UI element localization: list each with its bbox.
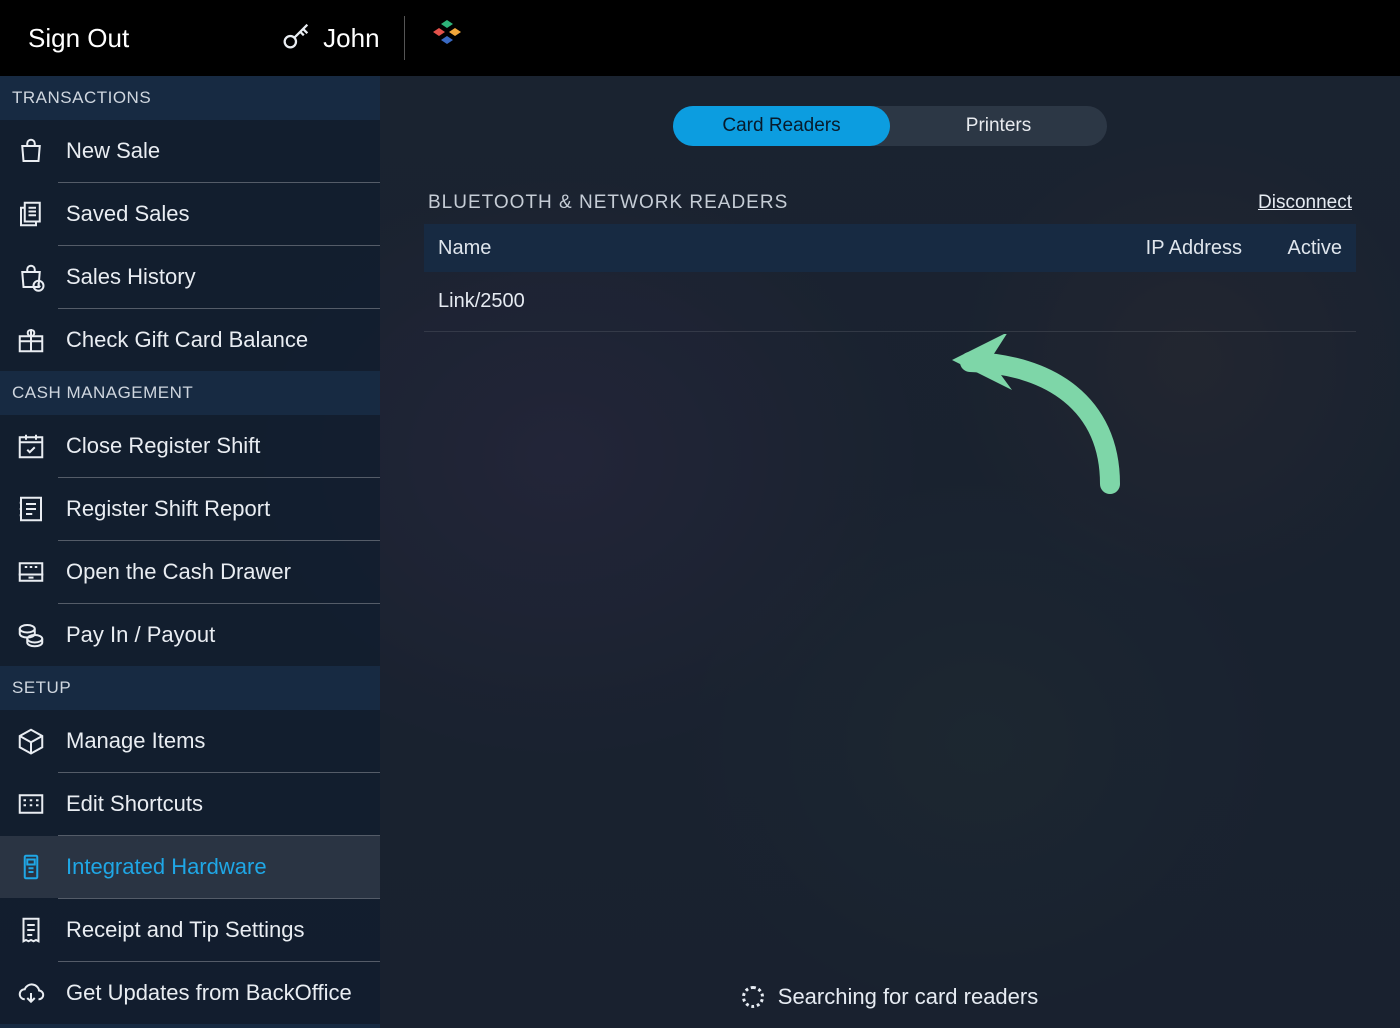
user-block: John bbox=[279, 19, 379, 58]
keypad-icon bbox=[14, 787, 48, 821]
status-text: Searching for card readers bbox=[778, 984, 1038, 1010]
sidebar-item-label: Get Updates from BackOffice bbox=[66, 980, 372, 1006]
sidebar-item-label: Saved Sales bbox=[66, 201, 372, 227]
sidebar-item-close-shift[interactable]: Close Register Shift bbox=[0, 415, 380, 477]
sidebar-item-receipt-tip[interactable]: Receipt and Tip Settings bbox=[0, 899, 380, 961]
bag-icon bbox=[14, 134, 48, 168]
sidebar-item-sales-history[interactable]: Sales History bbox=[0, 246, 380, 308]
sidebar-item-label: Receipt and Tip Settings bbox=[66, 917, 372, 943]
app-header: Sign Out John bbox=[0, 0, 1400, 76]
card-reader-icon bbox=[14, 850, 48, 884]
receipt-icon bbox=[14, 913, 48, 947]
cash-drawer-icon bbox=[14, 555, 48, 589]
sidebar-item-label: Check Gift Card Balance bbox=[66, 327, 372, 353]
tab-bar: Card Readers Printers bbox=[380, 106, 1400, 146]
sidebar-item-label: Sales History bbox=[66, 264, 372, 290]
sidebar-group-support: SUPPORT bbox=[0, 1024, 380, 1028]
sidebar-item-label: Register Shift Report bbox=[66, 496, 372, 522]
bag-clock-icon bbox=[14, 260, 48, 294]
sidebar: TRANSACTIONS New Sale Saved Sales Sales … bbox=[0, 76, 380, 1028]
sidebar-item-saved-sales[interactable]: Saved Sales bbox=[0, 183, 380, 245]
col-active: Active bbox=[1262, 237, 1342, 260]
calendar-check-icon bbox=[14, 429, 48, 463]
header-divider bbox=[404, 16, 405, 60]
sidebar-group-setup: SETUP bbox=[0, 666, 380, 710]
box-icon bbox=[14, 724, 48, 758]
tab-printers[interactable]: Printers bbox=[890, 106, 1107, 146]
sidebar-item-new-sale[interactable]: New Sale bbox=[0, 120, 380, 182]
table-header: Name IP Address Active bbox=[424, 224, 1356, 272]
sidebar-item-label: Close Register Shift bbox=[66, 433, 372, 459]
reader-name: Link/2500 bbox=[438, 290, 1102, 313]
sidebar-item-label: Manage Items bbox=[66, 728, 372, 754]
sidebar-item-label: Pay In / Payout bbox=[66, 622, 372, 648]
stacked-docs-icon bbox=[14, 197, 48, 231]
username-label: John bbox=[323, 23, 379, 54]
sidebar-item-label: Open the Cash Drawer bbox=[66, 559, 372, 585]
sidebar-group-cash: CASH MANAGEMENT bbox=[0, 371, 380, 415]
sidebar-item-open-drawer[interactable]: Open the Cash Drawer bbox=[0, 541, 380, 603]
report-icon bbox=[14, 492, 48, 526]
sign-out-link[interactable]: Sign Out bbox=[28, 23, 129, 54]
spinner-icon bbox=[742, 986, 764, 1008]
gift-icon bbox=[14, 323, 48, 357]
col-name: Name bbox=[438, 237, 1102, 260]
sidebar-item-pay-in-out[interactable]: Pay In / Payout bbox=[0, 604, 380, 666]
status-bar: Searching for card readers bbox=[380, 984, 1400, 1010]
sidebar-item-integrated-hardware[interactable]: Integrated Hardware bbox=[0, 836, 380, 898]
key-icon bbox=[279, 19, 313, 58]
main-panel: Card Readers Printers BLUETOOTH & NETWOR… bbox=[380, 76, 1400, 1028]
sidebar-item-get-updates[interactable]: Get Updates from BackOffice bbox=[0, 962, 380, 1024]
col-ip: IP Address bbox=[1102, 237, 1262, 260]
sidebar-item-label: New Sale bbox=[66, 138, 372, 164]
cloud-down-icon bbox=[14, 976, 48, 1010]
tab-card-readers[interactable]: Card Readers bbox=[673, 106, 890, 146]
coins-icon bbox=[14, 618, 48, 652]
disconnect-link[interactable]: Disconnect bbox=[1258, 192, 1352, 214]
app-logo-icon bbox=[429, 18, 465, 59]
sidebar-item-label: Integrated Hardware bbox=[66, 854, 372, 880]
sidebar-group-transactions: TRANSACTIONS bbox=[0, 76, 380, 120]
sidebar-item-edit-shortcuts[interactable]: Edit Shortcuts bbox=[0, 773, 380, 835]
section-title: BLUETOOTH & NETWORK READERS bbox=[428, 192, 788, 214]
annotation-arrow-icon bbox=[940, 334, 1150, 499]
reader-row[interactable]: Link/2500 bbox=[424, 272, 1356, 332]
sidebar-item-shift-report[interactable]: Register Shift Report bbox=[0, 478, 380, 540]
sidebar-item-gift-card[interactable]: Check Gift Card Balance bbox=[0, 309, 380, 371]
sidebar-item-label: Edit Shortcuts bbox=[66, 791, 372, 817]
sidebar-item-manage-items[interactable]: Manage Items bbox=[0, 710, 380, 772]
